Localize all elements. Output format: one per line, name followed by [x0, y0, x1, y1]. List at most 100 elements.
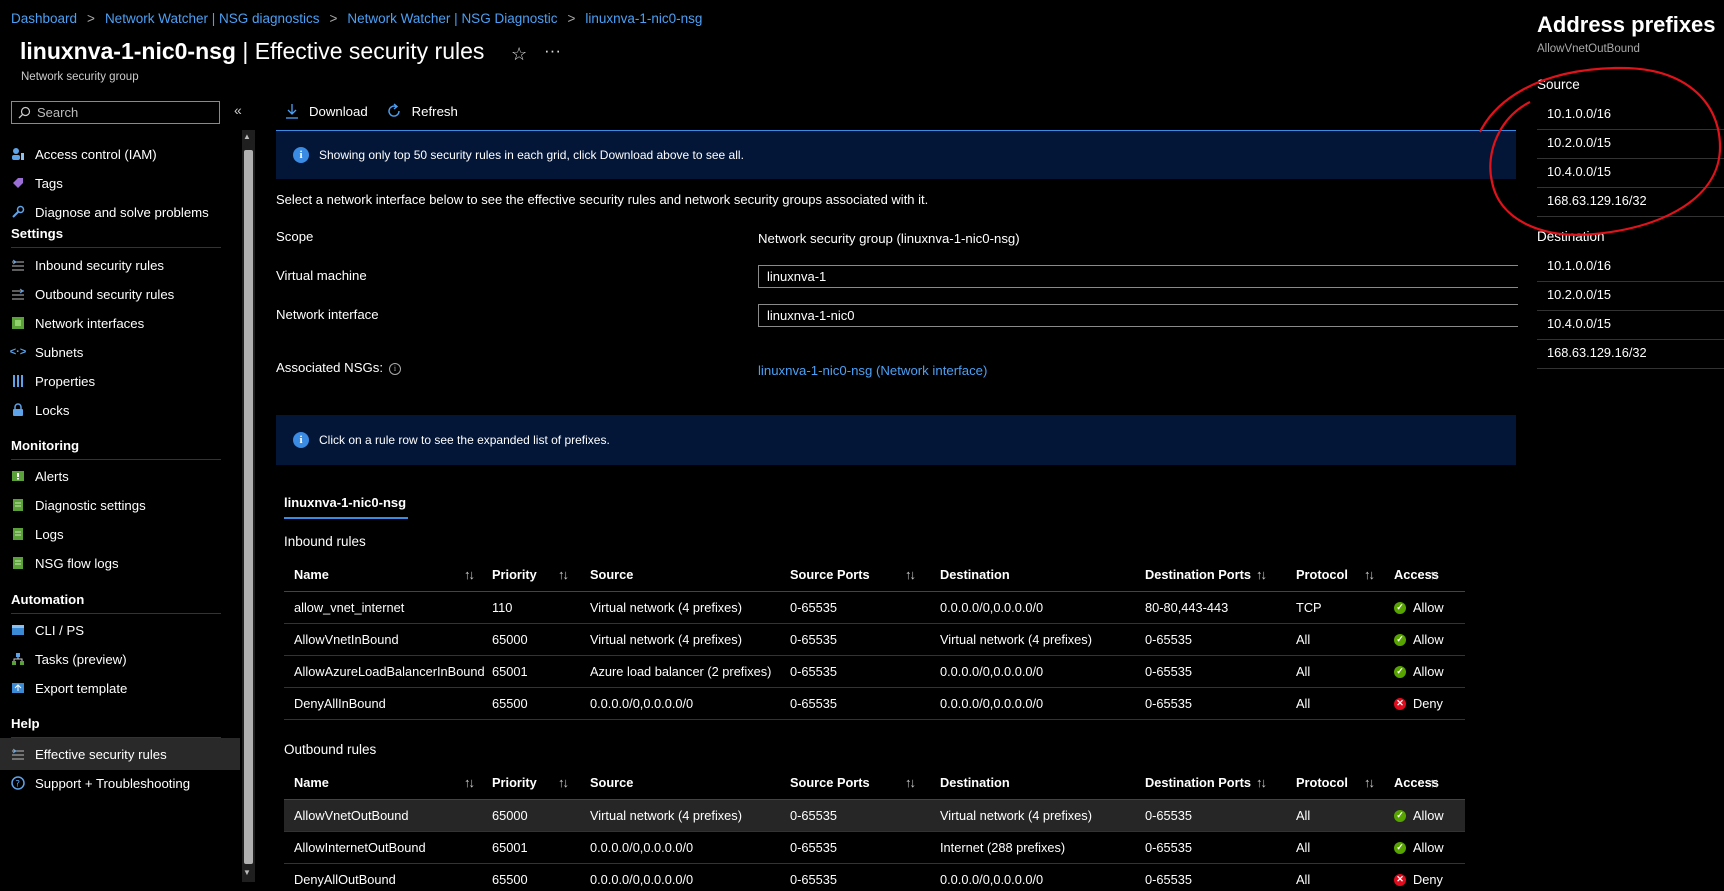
sidebar-item-network-interfaces[interactable]: Network interfaces	[0, 307, 240, 339]
scroll-down-icon[interactable]: ▼	[243, 868, 251, 877]
sidebar-item-diagnostic-settings[interactable]: Diagnostic settings	[0, 489, 240, 521]
sort-icon[interactable]: ↑↓	[558, 766, 569, 799]
sidebar-item-outbound-rules[interactable]: Outbound security rules	[0, 278, 240, 310]
panel-subtitle: AllowVnetOutBound	[1537, 43, 1640, 55]
properties-icon	[11, 374, 25, 388]
iam-icon	[11, 147, 25, 161]
table-row[interactable]: DenyAllInBound 65500 0.0.0.0/0,0.0.0.0/0 0-…	[284, 688, 1465, 720]
sidebar-item-tags[interactable]: Tags	[0, 167, 240, 199]
lock-icon	[11, 403, 25, 417]
sidebar-item-nsg-flow-logs[interactable]: NSG flow logs	[0, 547, 240, 579]
cell-dest-ports: 0-65535	[1145, 632, 1192, 647]
table-row[interactable]: AllowInternetOutBound 65001 0.0.0.0/0,0.0.…	[284, 832, 1465, 864]
sort-icon[interactable]: ↑↓	[1364, 558, 1375, 591]
sidebar-item-logs[interactable]: Logs	[0, 518, 240, 550]
vm-dropdown[interactable]: linuxnva-1	[758, 265, 1518, 288]
access-label: Deny	[1413, 696, 1443, 711]
sidebar-item-label: Subnets	[35, 344, 84, 360]
associated-nsg-link[interactable]: linuxnva-1-nic0-nsg (Network interface)	[758, 363, 987, 378]
associated-nsgs-text: Associated NSGs:	[276, 360, 384, 375]
cell-dest-ports: 0-65535	[1145, 808, 1192, 823]
cell-dest-ports: 0-65535	[1145, 696, 1192, 711]
column-header[interactable]: Priority	[492, 558, 537, 591]
scroll-up-icon[interactable]: ▲	[243, 132, 251, 141]
search-input[interactable]: Search	[11, 101, 220, 124]
sidebar-item-label: Diagnostic settings	[35, 497, 146, 513]
column-header[interactable]: Destination Ports	[1145, 558, 1251, 591]
sidebar-item-access-control[interactable]: Access control (IAM)	[0, 138, 240, 170]
cell-source-ports: 0-65535	[790, 632, 837, 647]
vm-label: Virtual machine	[276, 268, 367, 283]
sort-icon[interactable]: ↑↓	[558, 558, 569, 591]
sidebar-item-locks[interactable]: Locks	[0, 394, 240, 426]
cell-protocol: TCP	[1296, 600, 1322, 615]
sidebar-item-cli-ps[interactable]: CLI / PS	[0, 614, 240, 646]
sort-icon[interactable]: ↑↓	[905, 766, 916, 799]
more-options-icon[interactable]: ···	[544, 41, 561, 61]
sort-icon[interactable]: ↑↓	[905, 558, 916, 591]
sort-icon[interactable]: ↑↓	[1429, 558, 1440, 591]
inbound-rules-heading: Inbound rules	[284, 534, 366, 549]
sidebar-item-diagnose[interactable]: Diagnose and solve problems	[0, 196, 240, 228]
effective-rules-icon	[11, 747, 25, 761]
column-header[interactable]: Source	[590, 766, 633, 799]
page-title-blade: | Effective security rules	[235, 38, 485, 64]
sidebar-item-label: Tasks (preview)	[35, 651, 127, 667]
sidebar-item-label: Access control (IAM)	[35, 146, 157, 162]
sidebar-item-effective-security-rules[interactable]: Effective security rules	[0, 738, 240, 770]
table-row[interactable]: allow_vnet_internet 110 Virtual network (4…	[284, 592, 1465, 624]
column-header[interactable]: Name	[294, 766, 329, 799]
sidebar-item-export-template[interactable]: Export template	[0, 672, 240, 704]
sort-icon[interactable]: ↑↓	[464, 766, 475, 799]
refresh-button[interactable]: Refresh	[386, 103, 458, 119]
cell-source-ports: 0-65535	[790, 664, 837, 679]
sidebar-item-properties[interactable]: Properties	[0, 365, 240, 397]
nic-dropdown[interactable]: linuxnva-1-nic0	[758, 304, 1518, 327]
sort-icon[interactable]: ↑↓	[464, 558, 475, 591]
sort-icon[interactable]: ↑↓	[1256, 766, 1267, 799]
sidebar-item-subnets[interactable]: <·> Subnets	[0, 336, 240, 368]
table-row[interactable]: AllowAzureLoadBalancerInBound 65001 Azure …	[284, 656, 1465, 688]
sort-icon[interactable]: ↑↓	[1364, 766, 1375, 799]
deny-x-icon: ✕	[1394, 697, 1406, 710]
alert-icon	[11, 469, 25, 483]
table-row[interactable]: AllowVnetOutBound 65000 Virtual network (4…	[284, 800, 1465, 832]
collapse-sidebar-icon[interactable]: «	[234, 102, 242, 118]
sidebar-scrollbar-thumb[interactable]	[244, 150, 253, 864]
sort-icon[interactable]: ↑↓	[1429, 766, 1440, 799]
column-header[interactable]: Name	[294, 558, 329, 591]
download-button[interactable]: Download	[285, 103, 368, 119]
sidebar-item-alerts[interactable]: Alerts	[0, 460, 240, 492]
column-header[interactable]: Source	[590, 558, 633, 591]
breadcrumb-nsg-diagnostics[interactable]: Network Watcher | NSG diagnostics	[105, 11, 320, 26]
cell-access: ✕ Deny	[1394, 688, 1443, 719]
table-row[interactable]: AllowVnetInBound 65000 Virtual network (4 …	[284, 624, 1465, 656]
breadcrumb-nsg[interactable]: linuxnva-1-nic0-nsg	[585, 11, 702, 26]
info-banner-click-row: i Click on a rule row to see the expande…	[276, 415, 1516, 465]
prefix-row: 168.63.129.16/32	[1537, 337, 1724, 369]
breadcrumb-dashboard[interactable]: Dashboard	[11, 11, 77, 26]
sidebar-item-support[interactable]: ? Support + Troubleshooting	[0, 767, 240, 799]
cell-access: ✓ Allow	[1394, 592, 1444, 623]
refresh-icon	[388, 103, 400, 117]
table-row[interactable]: DenyAllOutBound 65500 0.0.0.0/0,0.0.0.0/0 0…	[284, 864, 1465, 891]
column-header[interactable]: Protocol	[1296, 766, 1348, 799]
column-header[interactable]: Destination Ports	[1145, 766, 1251, 799]
column-header[interactable]: Priority	[492, 766, 537, 799]
info-tooltip-icon[interactable]: i	[389, 362, 402, 375]
column-header[interactable]: Protocol	[1296, 558, 1348, 591]
breadcrumb-nsg-diagnostic[interactable]: Network Watcher | NSG Diagnostic	[347, 11, 557, 26]
sort-icon[interactable]: ↑↓	[1256, 558, 1267, 591]
info-banner-top-rules: i Showing only top 50 security rules in …	[276, 131, 1516, 179]
column-header[interactable]: Source Ports	[790, 766, 870, 799]
favorite-star-icon[interactable]: ☆	[511, 44, 527, 65]
sidebar-item-inbound-rules[interactable]: Inbound security rules	[0, 249, 240, 281]
cell-dest-ports: 0-65535	[1145, 840, 1192, 855]
sidebar-item-tasks[interactable]: Tasks (preview)	[0, 643, 240, 675]
column-header[interactable]: Destination	[940, 766, 1010, 799]
select-nic-instruction: Select a network interface below to see …	[276, 192, 929, 207]
column-header[interactable]: Source Ports	[790, 558, 870, 591]
tab-nsg[interactable]: linuxnva-1-nic0-nsg	[284, 495, 406, 510]
column-header[interactable]: Destination	[940, 558, 1010, 591]
tag-icon	[11, 176, 25, 190]
